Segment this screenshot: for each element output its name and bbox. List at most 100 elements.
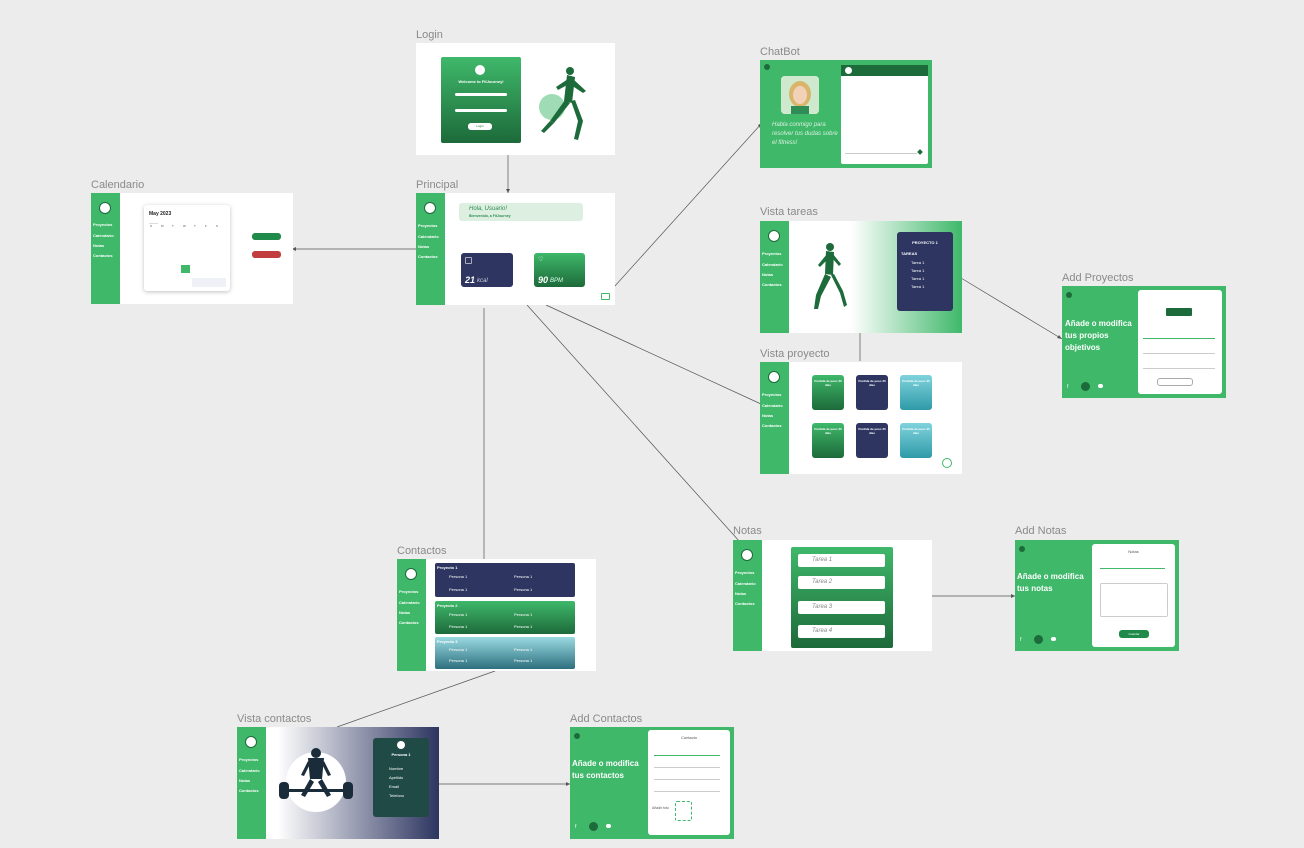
nav-calendario[interactable]: Calendario: [735, 581, 756, 586]
login-welcome: Welcome to FitJourney!: [458, 79, 504, 84]
facebook-icon[interactable]: f: [1067, 384, 1068, 390]
date-field[interactable]: [1157, 378, 1193, 386]
facebook-icon[interactable]: f: [575, 824, 576, 830]
username-field[interactable]: [455, 93, 507, 96]
facebook-icon[interactable]: f: [1020, 637, 1021, 643]
instagram-icon[interactable]: [1034, 635, 1043, 644]
contact-name[interactable]: Persona 1: [514, 612, 532, 617]
nav-contactos[interactable]: Contactos: [93, 253, 113, 258]
nav-calendario[interactable]: Calendario: [399, 600, 420, 605]
contact-name[interactable]: Persona 1: [514, 587, 532, 592]
proyecto-card[interactable]: Perdida de peso 30 días: [812, 375, 844, 410]
tarea-item[interactable]: Tarea 1: [911, 260, 924, 265]
nav-contactos[interactable]: Contactos: [239, 788, 259, 793]
nav-calendario[interactable]: Calendario: [239, 768, 260, 773]
instagram-icon[interactable]: [1081, 382, 1090, 391]
nav-proyectos[interactable]: Proyectos: [239, 757, 258, 762]
nota-body-field[interactable]: [1100, 583, 1168, 617]
twitter-icon[interactable]: [1098, 384, 1103, 388]
nota-item[interactable]: Tarea 4: [798, 625, 885, 638]
nav-contactos[interactable]: Contactos: [735, 601, 755, 606]
nav-contactos[interactable]: Contactos: [762, 423, 782, 428]
contact-name[interactable]: Persona 1: [449, 647, 467, 652]
calendar-action-button[interactable]: [252, 233, 281, 240]
chat-input[interactable]: [845, 153, 917, 154]
form-field[interactable]: [654, 755, 720, 756]
back-icon[interactable]: [574, 733, 580, 739]
nav-contactos[interactable]: Contactos: [399, 620, 419, 625]
proyecto-card[interactable]: Perdida de peso 30 días: [900, 423, 932, 458]
photo-upload[interactable]: [675, 801, 692, 821]
nav-proyectos[interactable]: Proyectos: [762, 251, 781, 256]
nav-proyectos[interactable]: Proyectos: [418, 223, 437, 228]
sidebar: Proyectos Calendario Notas Contactos: [733, 540, 762, 651]
nav-notas[interactable]: Notas: [735, 591, 746, 596]
nav-proyectos[interactable]: Proyectos: [399, 589, 418, 594]
nav-calendario[interactable]: Calendario: [418, 234, 439, 239]
nav-proyectos[interactable]: Proyectos: [762, 392, 781, 397]
frame-label-add-notas: Add Notas: [1015, 525, 1067, 537]
form-field[interactable]: [654, 779, 720, 780]
contact-name[interactable]: Persona 1: [449, 624, 467, 629]
twitter-icon[interactable]: [606, 824, 611, 828]
proyecto-card[interactable]: Perdida de peso 30 días: [856, 375, 888, 410]
proyecto-card[interactable]: Perdida de peso 30 días: [900, 375, 932, 410]
frame-calendario: Proyectos Calendario Notas Contactos May…: [91, 193, 293, 304]
send-icon[interactable]: [917, 149, 923, 155]
nota-item[interactable]: Tarea 1: [798, 554, 885, 567]
form-field[interactable]: [654, 791, 720, 792]
tareas-panel: PROYECTO 1 TAREAS Tarea 1 Tarea 1 Tarea …: [897, 232, 953, 311]
calendar-grid[interactable]: SMTWTFS: [148, 223, 226, 289]
nav-calendario[interactable]: Calendario: [762, 403, 783, 408]
login-button[interactable]: Login: [468, 123, 492, 130]
contact-name[interactable]: Persona 1: [449, 612, 467, 617]
notas-panel: Tarea 1 Tarea 2 Tarea 3 Tarea 4: [791, 547, 893, 648]
sidebar: Proyectos Calendario Notas Contactos: [416, 193, 445, 305]
contact-name[interactable]: Persona 1: [449, 658, 467, 663]
back-icon[interactable]: [1066, 292, 1072, 298]
add-proyectos-heading: Añade o modifica tus propios objetivos: [1065, 319, 1132, 352]
proyecto-card[interactable]: Perdida de peso 30 días: [812, 423, 844, 458]
nota-title-field[interactable]: [1100, 568, 1165, 569]
nav-proyectos[interactable]: Proyectos: [735, 570, 754, 575]
nav-contactos[interactable]: Contactos: [762, 282, 782, 287]
proyecto-card[interactable]: Perdida de peso 30 días: [856, 423, 888, 458]
save-button[interactable]: Guardar: [1119, 630, 1149, 638]
nota-item[interactable]: Tarea 2: [798, 576, 885, 589]
instagram-icon[interactable]: [589, 822, 598, 831]
nav-proyectos[interactable]: Proyectos: [93, 222, 112, 227]
back-icon[interactable]: [764, 64, 770, 70]
password-field[interactable]: [455, 109, 507, 112]
contact-name[interactable]: Persona 1: [514, 658, 532, 663]
form-field[interactable]: [1143, 368, 1215, 369]
form-field[interactable]: [1143, 353, 1215, 354]
twitter-icon[interactable]: [1051, 637, 1056, 641]
nav-notas[interactable]: Notas: [762, 413, 773, 418]
greeting-sub: Bienvenido, a FitJourney: [469, 214, 511, 218]
form-field[interactable]: [654, 767, 720, 768]
back-icon[interactable]: [1019, 546, 1025, 552]
contact-name[interactable]: Persona 1: [514, 624, 532, 629]
nav-notas[interactable]: Notas: [418, 244, 429, 249]
form-field[interactable]: [1143, 338, 1215, 339]
nav-contactos[interactable]: Contactos: [418, 254, 438, 259]
nav-notas[interactable]: Notas: [93, 243, 104, 248]
frame-label-add-proyectos: Add Proyectos: [1062, 272, 1134, 284]
nav-notas[interactable]: Notas: [762, 272, 773, 277]
nav-notas[interactable]: Notas: [239, 778, 250, 783]
tarea-item[interactable]: Tarea 1: [911, 268, 924, 273]
contact-name[interactable]: Persona 1: [514, 647, 532, 652]
tarea-item[interactable]: Tarea 1: [911, 276, 924, 281]
nota-item[interactable]: Tarea 3: [798, 601, 885, 614]
calendar-delete-button[interactable]: [252, 251, 281, 258]
tarea-item[interactable]: Tarea 1: [911, 284, 924, 289]
nav-calendario[interactable]: Calendario: [762, 262, 783, 267]
contact-name[interactable]: Persona 1: [449, 574, 467, 579]
contact-name[interactable]: Persona 1: [449, 587, 467, 592]
add-icon[interactable]: [942, 458, 952, 468]
form-tab-active[interactable]: [1166, 308, 1192, 316]
contact-name[interactable]: Persona 1: [514, 574, 532, 579]
nav-calendario[interactable]: Calendario: [93, 233, 114, 238]
chat-icon[interactable]: [601, 293, 610, 300]
nav-notas[interactable]: Notas: [399, 610, 410, 615]
